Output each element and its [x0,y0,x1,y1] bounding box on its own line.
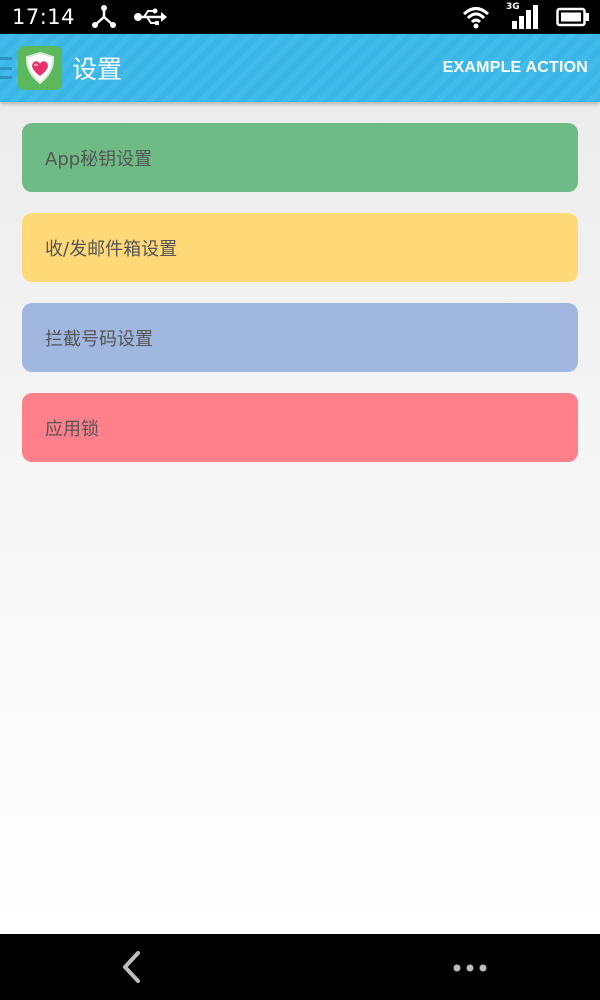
3g-signal-icon: 3G [506,2,540,30]
page-title: 设置 [72,55,123,84]
wifi-icon [462,5,490,29]
nav-bar [0,934,600,1000]
share-icon [91,5,117,29]
setting-app-lock-label: 应用锁 [45,418,99,440]
settings-list: App秘钥设置 收/发邮件箱设置 拦截号码设置 应用锁 [0,102,600,934]
drawer-indicator-icon[interactable] [0,57,14,79]
status-right: 3G [462,2,590,30]
status-time: 17:14 [12,5,76,29]
setting-mailbox[interactable]: 收/发邮件箱设置 [22,213,578,282]
setting-block-numbers-label: 拦截号码设置 [45,328,153,350]
back-icon[interactable] [118,950,146,984]
heart-shield-icon[interactable] [18,46,62,90]
status-bar: 17:14 3G [0,0,600,34]
setting-block-numbers[interactable]: 拦截号码设置 [22,303,578,372]
setting-app-lock[interactable]: 应用锁 [22,393,578,462]
battery-icon [556,7,590,27]
setting-mailbox-label: 收/发邮件箱设置 [45,238,178,260]
usb-icon [133,7,168,27]
action-bar: 设置 EXAMPLE ACTION [0,34,600,102]
network-label: 3G [506,2,520,12]
example-action-button[interactable]: EXAMPLE ACTION [443,59,588,77]
setting-app-key-label: App秘钥设置 [45,148,153,170]
menu-dots-icon[interactable] [450,960,490,974]
screen: 17:14 3G 设置 EXAMPLE ACTION App秘钥设置 收/发邮件… [0,0,600,1000]
status-left: 17:14 [12,5,168,29]
setting-app-key[interactable]: App秘钥设置 [22,123,578,192]
